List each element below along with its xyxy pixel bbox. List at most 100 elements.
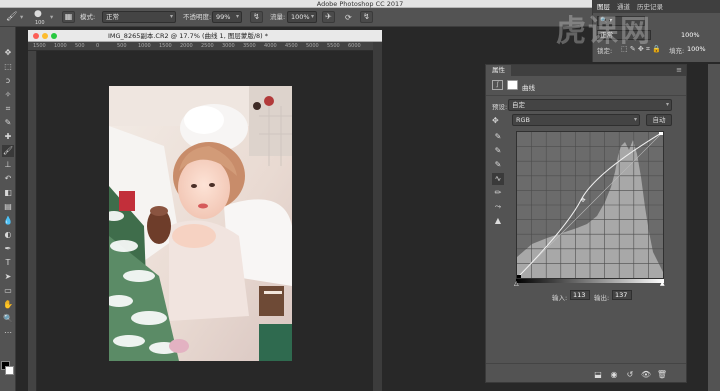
mode-select[interactable]: 正常 [102,11,176,23]
preset-select[interactable]: 自定 [508,99,672,111]
curve-graph[interactable]: ⌖ [516,131,664,279]
white-point-handle[interactable] [659,132,663,135]
document-title: IMG_8265副本.CR2 @ 17.7% (曲线 1, 图层蒙版/8) * [108,32,269,40]
clipping-warning-icon[interactable]: ▲ [492,215,504,227]
output-field[interactable]: 137 [612,290,632,300]
ruler-tick: 500 [75,43,85,49]
ruler-tick: 4500 [285,43,298,49]
panel-dock-strip [708,64,720,391]
view-previous-state-icon[interactable]: ◉ [608,370,620,380]
ruler-tick: 500 [117,43,127,49]
divider [486,95,686,96]
document-photo[interactable] [109,86,292,361]
output-label: 输出: [594,294,610,302]
shape-tool-icon[interactable]: ▭ [2,285,14,297]
channel-select[interactable]: RGB [512,114,640,126]
watermark-text: 虎课网 [556,14,652,49]
brush-size: 100 [35,20,45,26]
document-tab[interactable]: IMG_8265副本.CR2 @ 17.7% (曲线 1, 图层蒙版/8) * [28,30,382,42]
opacity-label: 不透明度: [183,13,212,21]
trash-icon[interactable]: 🗑 [656,370,668,380]
auto-button[interactable]: 自动 [646,114,672,126]
ruler-tick: 3500 [243,43,256,49]
crosshair-cursor-icon: ⌖ [580,196,585,206]
brush-tool-icon[interactable]: 🖌 [2,145,14,157]
blur-tool-icon[interactable]: 💧 [2,215,14,227]
stamp-tool-icon[interactable]: ⊥ [2,159,14,171]
target-adjust-icon[interactable]: ✥ [492,116,499,125]
ruler-tick: 5500 [327,43,340,49]
hand-tool-icon[interactable]: ✋ [2,299,14,311]
pressure-opacity-icon[interactable]: ↯ [250,11,263,23]
smooth-curve-icon[interactable]: ⤳ [492,201,504,213]
airbrush-icon[interactable]: ✈ [322,11,335,23]
path-select-tool-icon[interactable]: ➤ [2,271,14,283]
eyedropper-tool-icon[interactable]: ✎ [2,117,14,129]
white-slider-icon[interactable]: ▲ [660,280,665,287]
background-color-swatch[interactable] [5,366,14,375]
chevron-down-icon[interactable]: ▾ [50,12,53,23]
ruler-tick: 5000 [306,43,319,49]
tab-properties[interactable]: 属性 [486,65,511,76]
move-tool-icon[interactable]: ✥ [2,47,14,59]
mode-label: 模式: [80,13,96,21]
chevron-down-icon[interactable]: ▾ [20,12,23,23]
vertical-scrollbar[interactable] [373,42,382,391]
layer-mask-icon[interactable] [507,80,518,90]
vertical-ruler [28,51,37,391]
white-point-eyedropper-icon[interactable]: ✎ [492,159,504,171]
smoothing-icon[interactable]: ⟳ [345,12,352,23]
ruler-tick: 2000 [180,43,193,49]
ruler-tick: 6000 [348,43,361,49]
clip-to-layer-icon[interactable]: ⬓ [592,370,604,380]
toggle-visibility-icon[interactable]: 👁 [640,370,652,380]
fill-value[interactable]: 100% [687,45,706,53]
layers-opacity-value[interactable]: 100% [681,31,700,39]
type-tool-icon[interactable]: T [2,257,14,269]
zoom-tool-icon[interactable]: 🔍 [2,313,14,325]
black-point-eyedropper-icon[interactable]: ✎ [492,131,504,143]
curve-point-icon[interactable]: ∿ [492,173,504,185]
portrait-photo [109,86,292,361]
gradient-tool-icon[interactable]: ▤ [2,201,14,213]
history-brush-icon[interactable]: ↶ [2,173,14,185]
black-slider-icon[interactable]: △ [514,280,519,287]
divider [486,363,686,364]
adjustment-title: 曲线 [522,84,535,92]
maximize-icon[interactable] [51,33,57,39]
black-point-handle[interactable] [517,275,521,278]
minimize-icon[interactable] [42,33,48,39]
more-tools-icon[interactable]: ⋯ [2,327,14,339]
horizontal-ruler: 1500 1000 500 0 500 1000 1500 2000 2500 … [28,42,373,51]
gray-point-eyedropper-icon[interactable]: ✎ [492,145,504,157]
ruler-tick: 1000 [54,43,67,49]
flow-field[interactable]: 100% [287,11,317,23]
curves-adjustment-icon: ∫ [492,80,503,90]
crop-tool-icon[interactable]: ⌗ [2,103,14,115]
eraser-tool-icon[interactable]: ◧ [2,187,14,199]
healing-tool-icon[interactable]: ✚ [2,131,14,143]
pressure-size-icon[interactable]: ↯ [360,11,373,23]
flow-label: 流量: [270,13,286,21]
brush-panel-icon[interactable]: ▦ [62,11,75,23]
ruler-tick: 0 [96,43,100,49]
input-label: 输入: [552,294,568,302]
marquee-tool-icon[interactable]: ⬚ [2,61,14,73]
close-icon[interactable] [33,33,39,39]
input-field[interactable]: 113 [570,290,590,300]
ruler-tick: 4000 [264,43,277,49]
properties-panel: 属性 ≡ ∫ 曲线 预设: 自定 ✥ RGB 自动 ✎ ✎ ✎ ∿ ✏ ⤳ ▲ [485,64,687,383]
panel-menu-icon[interactable]: ≡ [676,65,682,76]
ruler-tick: 3000 [222,43,235,49]
input-gradient-bar [516,279,664,283]
lasso-tool-icon[interactable]: ↄ [2,75,14,87]
quick-select-tool-icon[interactable]: ✧ [2,89,14,101]
opacity-field[interactable]: 99% [212,11,242,23]
dodge-tool-icon[interactable]: ◐ [2,229,14,241]
pen-tool-icon[interactable]: ✒ [2,243,14,255]
fill-label: 填充: [669,47,685,55]
reset-icon[interactable]: ↺ [624,370,636,380]
brush-tool-icon[interactable]: 🖌 [6,12,17,23]
ruler-tick: 1000 [138,43,151,49]
pencil-draw-icon[interactable]: ✏ [492,187,504,199]
